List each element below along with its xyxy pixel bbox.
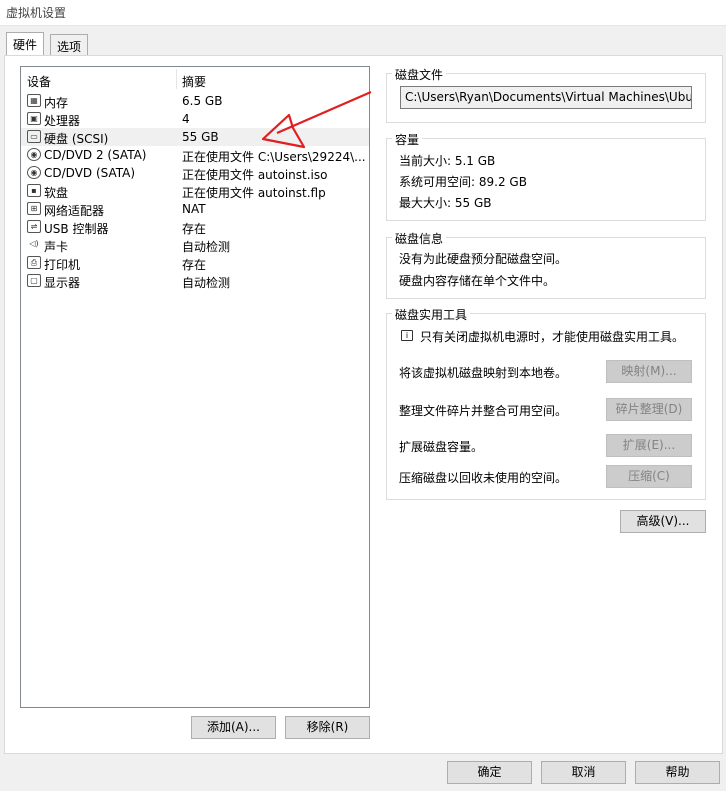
- tab-hardware[interactable]: 硬件: [6, 32, 45, 56]
- cancel-button[interactable]: 取消: [541, 761, 626, 784]
- device-name: 声卡: [44, 240, 69, 254]
- device-summary: 自动检测: [182, 240, 231, 254]
- device-row-sound-card[interactable]: ◁) 声卡 自动检测: [21, 236, 369, 254]
- device-row-network-adapter[interactable]: ⊞ 网络适配器 NAT: [21, 200, 369, 218]
- map-disk-label: 将该虚拟机磁盘映射到本地卷。: [399, 366, 568, 380]
- disk-file-path-field[interactable]: C:\Users\Ryan\Documents\Virtual Machines…: [400, 86, 692, 109]
- memory-icon: ▦: [27, 94, 41, 107]
- column-header-device[interactable]: 设备: [21, 67, 51, 91]
- device-name: 网络适配器: [44, 204, 105, 218]
- device-name: CD/DVD (SATA): [44, 166, 136, 180]
- cd-dvd-icon: ◉: [27, 166, 41, 179]
- floppy-icon: ▪: [27, 184, 41, 197]
- device-row-display[interactable]: ▢ 显示器 自动检测: [21, 272, 369, 290]
- available-space-text: 系统可用空间: 89.2 GB: [399, 175, 527, 189]
- device-name: 内存: [44, 96, 69, 110]
- info-icon: i: [401, 330, 413, 341]
- help-button[interactable]: 帮助: [635, 761, 720, 784]
- display-icon: ▢: [27, 274, 41, 287]
- window-title: 虚拟机设置: [0, 0, 726, 26]
- disk-utilities-notice: 只有关闭虚拟机电源时，才能使用磁盘实用工具。: [420, 330, 685, 344]
- device-list[interactable]: 设备 摘要 ▦ 内存 6.5 GB ▣ 处理器 4 ▭ 硬盘 (SCSI) 55…: [20, 66, 370, 708]
- defragment-label: 整理文件碎片并整合可用空间。: [399, 404, 568, 418]
- compact-label: 压缩磁盘以回收未使用的空间。: [399, 471, 568, 485]
- capacity-group-title: 容量: [392, 131, 423, 148]
- device-row-printer[interactable]: ⎙ 打印机 存在: [21, 254, 369, 272]
- disk-info-line1: 没有为此硬盘预分配磁盘空间。: [399, 252, 568, 266]
- column-header-summary[interactable]: 摘要: [176, 67, 206, 91]
- device-name: 硬盘 (SCSI): [44, 132, 109, 146]
- device-summary: NAT: [182, 202, 206, 216]
- device-name: 处理器: [44, 114, 81, 128]
- device-row-floppy[interactable]: ▪ 软盘 正在使用文件 autoinst.flp: [21, 182, 369, 200]
- advanced-button[interactable]: 高级(V)...: [620, 510, 706, 533]
- defragment-button[interactable]: 碎片整理(D): [606, 398, 692, 421]
- device-row-cd-dvd[interactable]: ◉ CD/DVD (SATA) 正在使用文件 autoinst.iso: [21, 164, 369, 182]
- device-name: 显示器: [44, 276, 81, 290]
- tab-options[interactable]: 选项: [50, 34, 89, 56]
- map-button[interactable]: 映射(M)...: [606, 360, 692, 383]
- device-summary: 存在: [182, 258, 207, 272]
- device-summary: 自动检测: [182, 276, 231, 290]
- disk-file-group-title: 磁盘文件: [392, 66, 447, 83]
- current-size-text: 当前大小: 5.1 GB: [399, 154, 496, 168]
- compact-button[interactable]: 压缩(C): [606, 465, 692, 488]
- device-summary: 正在使用文件 autoinst.flp: [182, 186, 326, 200]
- expand-label: 扩展磁盘容量。: [399, 440, 484, 454]
- disk-info-group-title: 磁盘信息: [392, 230, 447, 247]
- add-device-button[interactable]: 添加(A)...: [191, 716, 276, 739]
- max-size-text: 最大大小: 55 GB: [399, 196, 492, 210]
- ok-button[interactable]: 确定: [447, 761, 532, 784]
- device-name: USB 控制器: [44, 222, 109, 236]
- device-name: CD/DVD 2 (SATA): [44, 148, 147, 162]
- printer-icon: ⎙: [27, 256, 41, 269]
- expand-button[interactable]: 扩展(E)...: [606, 434, 692, 457]
- cd-dvd-icon: ◉: [27, 148, 41, 161]
- device-summary: 存在: [182, 222, 207, 236]
- disk-utilities-group-title: 磁盘实用工具: [392, 306, 471, 323]
- device-name: 打印机: [44, 258, 81, 272]
- disk-info-line2: 硬盘内容存储在单个文件中。: [399, 274, 556, 288]
- usb-icon: ⇌: [27, 220, 41, 233]
- network-adapter-icon: ⊞: [27, 202, 41, 215]
- sound-card-icon: ◁): [29, 239, 39, 248]
- processor-icon: ▣: [27, 112, 41, 125]
- annotation-arrow-shaft: [276, 90, 372, 135]
- remove-device-button[interactable]: 移除(R): [285, 716, 370, 739]
- hard-disk-icon: ▭: [27, 130, 41, 143]
- device-row-usb-controller[interactable]: ⇌ USB 控制器 存在: [21, 218, 369, 236]
- annotation-arrow: [261, 90, 372, 149]
- device-summary: 正在使用文件 autoinst.iso: [182, 168, 328, 182]
- device-name: 软盘: [44, 186, 69, 200]
